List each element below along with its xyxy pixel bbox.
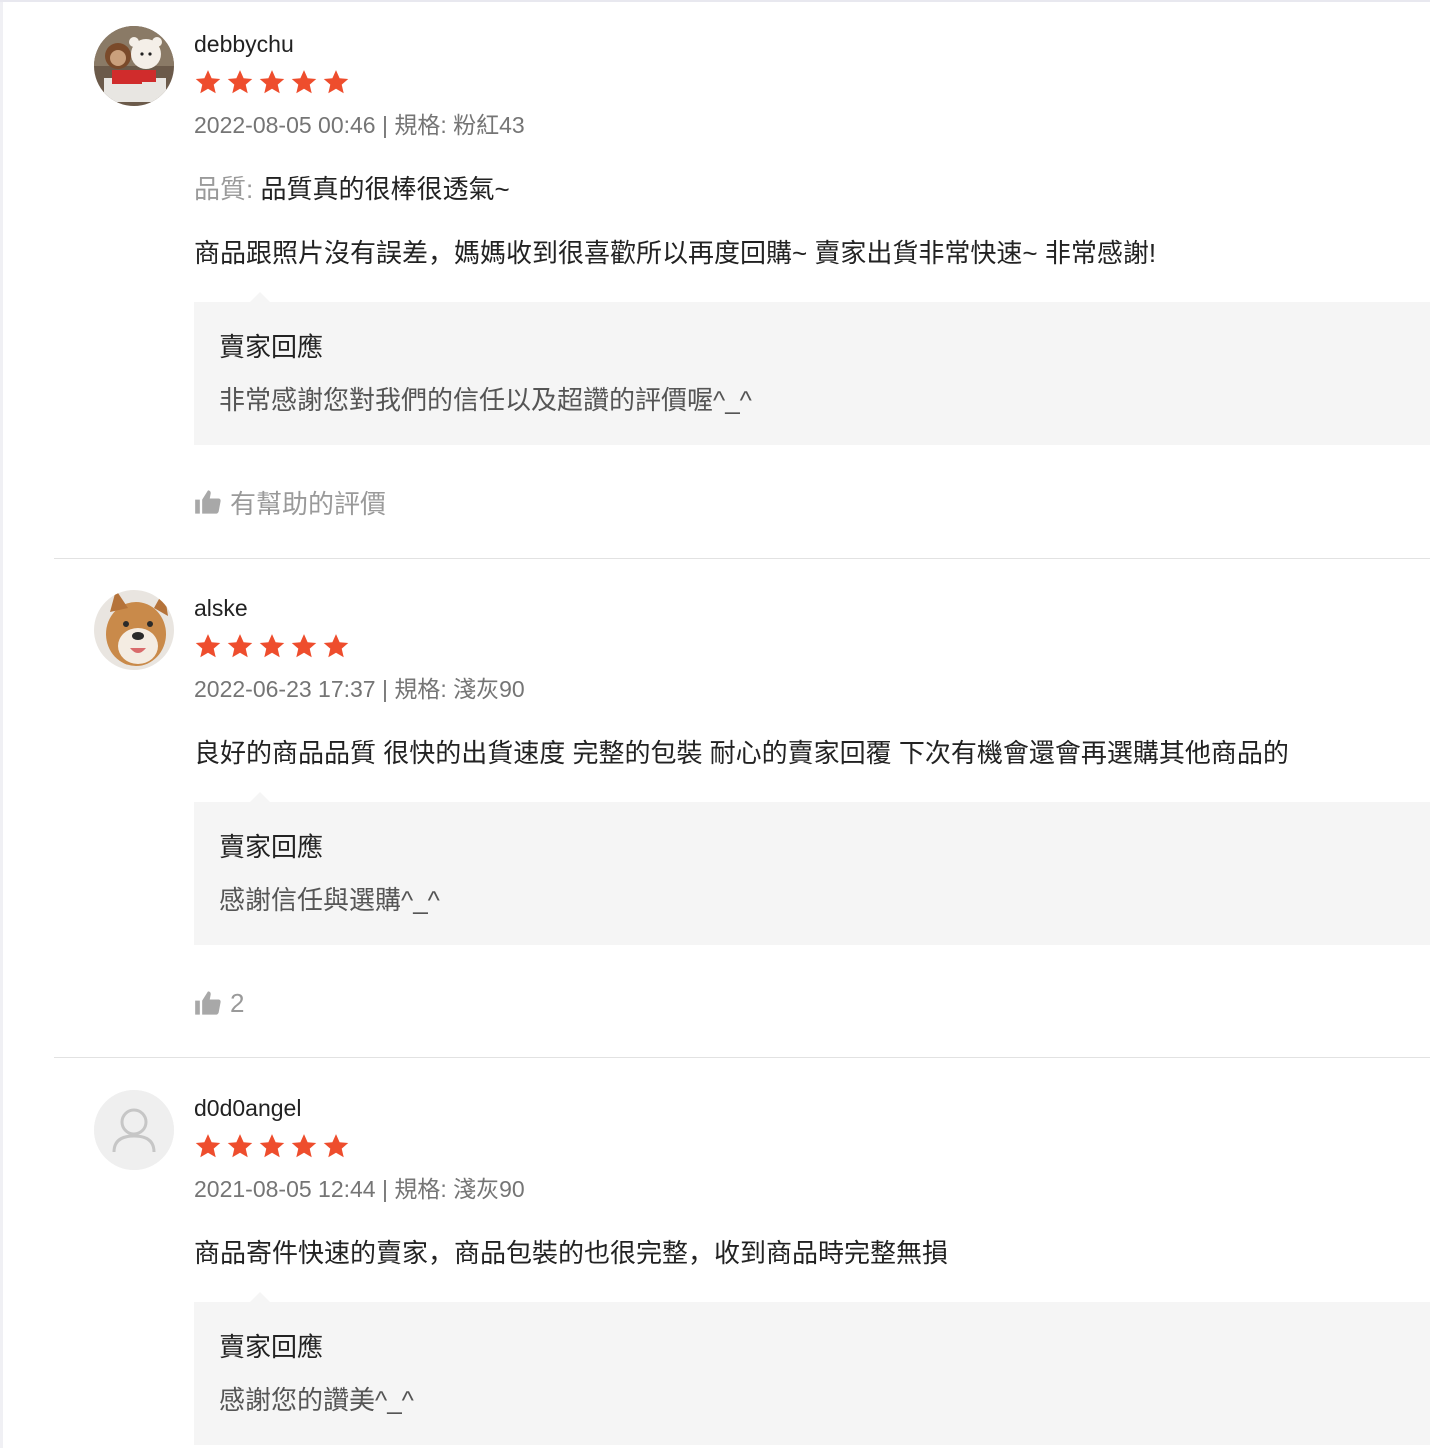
star-rating — [194, 1132, 350, 1162]
plush-toys-avatar-icon — [94, 26, 174, 106]
avatar[interactable] — [94, 1090, 174, 1170]
thumbs-up-icon — [195, 991, 221, 1015]
review-content: 商品跟照片沒有誤差，媽媽收到很喜歡所以再度回購~ 賣家出貨非常快速~ 非常感謝! — [194, 238, 1157, 268]
default-user-icon — [94, 1090, 174, 1170]
shiba-dog-avatar-icon — [94, 590, 174, 670]
star-icon — [291, 1134, 317, 1158]
reply-text: 感謝信任與選購^_^ — [219, 885, 440, 915]
left-border — [0, 2, 3, 1448]
star-rating — [194, 68, 350, 98]
star-icon — [227, 1134, 253, 1158]
star-icon — [323, 1134, 349, 1158]
seller-reply: 賣家回應 感謝信任與選購^_^ — [194, 792, 1430, 945]
helpful-count: 2 — [230, 987, 245, 1018]
review-content: 良好的商品品質 很快的出貨速度 完整的包裝 耐心的賣家回覆 下次有機會還會再選購… — [194, 738, 1289, 768]
seller-reply: 賣家回應 非常感謝您對我們的信任以及超讚的評價喔^_^ — [194, 292, 1430, 445]
reply-text: 感謝您的讚美^_^ — [219, 1385, 414, 1415]
star-icon — [259, 1134, 285, 1158]
star-icon — [259, 634, 285, 658]
review-meta: 2021-08-05 12:44 | 規格: 淺灰90 — [194, 1176, 525, 1202]
star-icon — [195, 634, 221, 658]
reply-title: 賣家回應 — [219, 332, 324, 362]
star-icon — [259, 70, 285, 94]
reviews-page: debbychu 2022-08-05 00:46 | 規格: 粉紅43 品質:… — [0, 0, 1430, 1448]
star-icon — [291, 634, 317, 658]
helpful-label: 有幫助的評價 — [230, 488, 387, 519]
review-meta: 2022-06-23 17:37 | 規格: 淺灰90 — [194, 676, 525, 702]
seller-reply: 賣家回應 感謝您的讚美^_^ — [194, 1292, 1430, 1445]
star-icon — [323, 70, 349, 94]
review-content: 商品寄件快速的賣家，商品包裝的也很完整，收到商品時完整無損 — [194, 1238, 949, 1268]
avatar[interactable] — [94, 26, 174, 106]
review-meta: 2022-08-05 00:46 | 規格: 粉紅43 — [194, 112, 525, 138]
username[interactable]: alske — [194, 594, 248, 622]
star-icon — [323, 634, 349, 658]
helpful-button[interactable]: 2 — [194, 986, 244, 1020]
star-icon — [227, 70, 253, 94]
attribute-label: 品質: — [194, 174, 254, 204]
reply-title: 賣家回應 — [219, 1332, 324, 1362]
star-icon — [195, 70, 221, 94]
username[interactable]: d0d0angel — [194, 1094, 301, 1122]
helpful-button[interactable]: 有幫助的評價 — [194, 485, 386, 519]
thumbs-up-icon — [195, 490, 221, 514]
review-attribute: 品質: 品質真的很棒很透氣~ — [194, 172, 510, 206]
avatar[interactable] — [94, 590, 174, 670]
star-icon — [227, 634, 253, 658]
reply-title: 賣家回應 — [219, 832, 324, 862]
username[interactable]: debbychu — [194, 30, 294, 58]
star-icon — [291, 70, 317, 94]
review-divider — [54, 558, 1430, 559]
attribute-value: 品質真的很棒很透氣~ — [260, 174, 510, 204]
reply-text: 非常感謝您對我們的信任以及超讚的評價喔^_^ — [219, 385, 752, 415]
star-icon — [195, 1134, 221, 1158]
star-rating — [194, 632, 350, 662]
review-divider — [54, 1057, 1430, 1058]
